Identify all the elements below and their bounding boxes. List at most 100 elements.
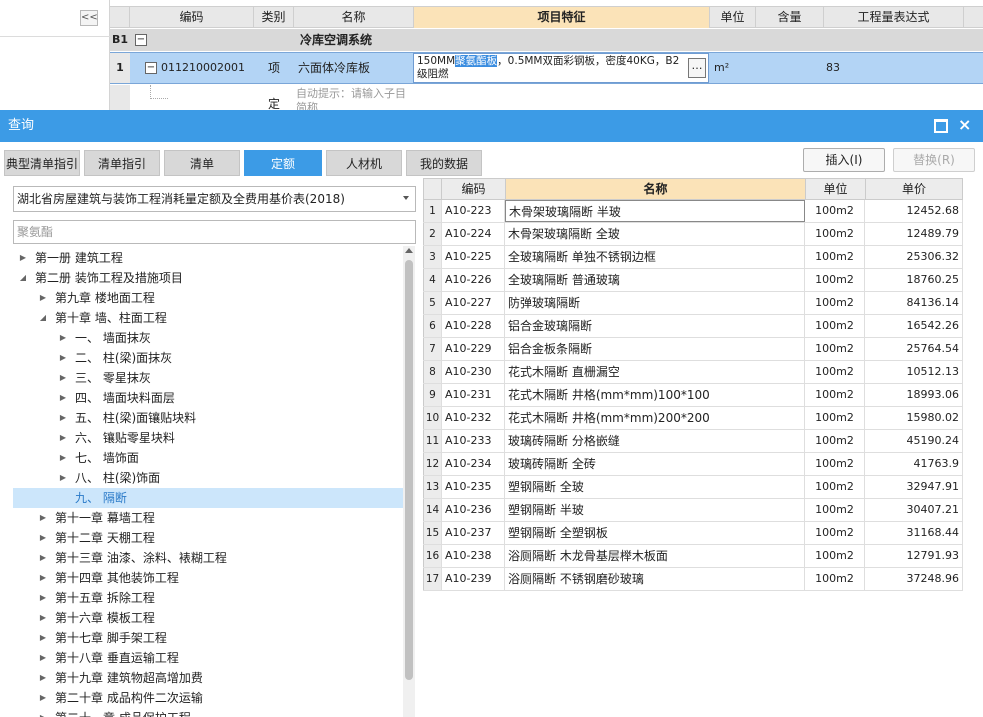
tree-item[interactable]: ▶ 第十三章 油漆、涂料、裱糊工程 (13, 548, 403, 568)
collapsed-caret-icon[interactable]: ▶ (37, 648, 49, 668)
grid-header-code[interactable]: 编码 (130, 7, 254, 28)
table-row[interactable]: 1 A10-223 木骨架玻璃隔断 半玻 100m2 12452.68 (423, 200, 963, 223)
collapsed-caret-icon[interactable]: ▶ (57, 388, 69, 408)
tab-labor-material[interactable]: 人材机 (326, 150, 402, 176)
tree-item[interactable]: ▶ 第十七章 脚手架工程 (13, 628, 403, 648)
table-row[interactable]: 2 A10-224 木骨架玻璃隔断 全玻 100m2 12489.79 (423, 223, 963, 246)
scroll-up-icon[interactable] (405, 248, 413, 253)
table-row[interactable]: 6 A10-228 铝合金玻璃隔断 100m2 16542.26 (423, 315, 963, 338)
results-header-code[interactable]: 编码 (442, 179, 506, 199)
tree-scrollbar[interactable] (403, 246, 415, 717)
collapsed-caret-icon[interactable]: ▶ (37, 528, 49, 548)
grid-header-feature[interactable]: 项目特征 (414, 7, 710, 28)
bill-item-row[interactable]: 1 − 011210002001 项 六面体冷库板 150MM聚氨酯板，0.5M… (110, 52, 983, 84)
tree-item[interactable]: ▶ 第一册 建筑工程 (13, 248, 403, 268)
tree-item[interactable]: ▶ 第十一章 幕墙工程 (13, 508, 403, 528)
collapsed-caret-icon[interactable]: ▶ (37, 668, 49, 688)
collapsed-caret-icon[interactable]: ▶ (37, 568, 49, 588)
tree-item[interactable]: ▶ 第九章 楼地面工程 (13, 288, 403, 308)
tree-item[interactable]: ▶ 第十二章 天棚工程 (13, 528, 403, 548)
collapsed-caret-icon[interactable]: ▶ (37, 628, 49, 648)
table-row[interactable]: 11 A10-233 玻璃砖隔断 分格嵌缝 100m2 45190.24 (423, 430, 963, 453)
table-row[interactable]: 16 A10-238 浴厕隔断 木龙骨基层榉木板面 100m2 12791.93 (423, 545, 963, 568)
collapsed-caret-icon[interactable]: ▶ (37, 288, 49, 308)
tree-item[interactable]: ▶ 第二十一章 成品保护工程 (13, 708, 403, 717)
collapsed-caret-icon[interactable]: ▶ (57, 348, 69, 368)
collapsed-caret-icon[interactable]: ▶ (37, 708, 49, 717)
feature-editor[interactable]: 150MM聚氨酯板，0.5MM双面彩钢板，密度40KG，B2级阻燃 (413, 53, 709, 83)
tree-item[interactable]: ▶ 第十五章 拆除工程 (13, 588, 403, 608)
results-header-price[interactable]: 单价 (866, 179, 962, 199)
search-input[interactable]: 聚氨酯 (13, 220, 416, 244)
tree-item[interactable]: ◢ 第二册 装饰工程及措施项目 (13, 268, 403, 288)
tree-item[interactable]: ▶ 一、 墙面抹灰 (13, 328, 403, 348)
tree-item[interactable]: ▶ 第十四章 其他装饰工程 (13, 568, 403, 588)
tree-item[interactable]: 九、 隔断 (13, 488, 403, 508)
tree-item[interactable]: ▶ 五、 柱(梁)面镶贴块料 (13, 408, 403, 428)
collapsed-caret-icon[interactable]: ▶ (37, 548, 49, 568)
table-row[interactable]: 9 A10-231 花式木隔断 井格(mm*mm)100*100 100m2 18993… (423, 384, 963, 407)
collapsed-caret-icon[interactable]: ▶ (57, 408, 69, 428)
maximize-icon[interactable] (934, 119, 948, 133)
tree-item[interactable]: ▶ 二、 柱(梁)面抹灰 (13, 348, 403, 368)
grid-header-name[interactable]: 名称 (294, 7, 414, 28)
feature-more-button[interactable]: … (688, 58, 706, 78)
collapsed-caret-icon[interactable]: ▶ (57, 428, 69, 448)
collapsed-caret-icon[interactable]: ▶ (37, 608, 49, 628)
tree-item[interactable]: ▶ 第十八章 垂直运输工程 (13, 648, 403, 668)
table-row[interactable]: 15 A10-237 塑钢隔断 全塑钢板 100m2 31168.44 (423, 522, 963, 545)
tab-list[interactable]: 清单 (164, 150, 240, 176)
collapsed-caret-icon[interactable]: ▶ (37, 688, 49, 708)
tree-item[interactable]: ▶ 第十九章 建筑物超高增加费 (13, 668, 403, 688)
tree-item[interactable]: ▶ 第二十章 成品构件二次运输 (13, 688, 403, 708)
collapsed-caret-icon[interactable]: ▶ (37, 508, 49, 528)
table-row[interactable]: 5 A10-227 防弹玻璃隔断 100m2 84136.14 (423, 292, 963, 315)
grid-header-unit[interactable]: 单位 (710, 7, 756, 28)
replace-button[interactable]: 替换(R) (893, 148, 975, 172)
table-row[interactable]: 3 A10-225 全玻璃隔断 单独不锈钢边框 100m2 25306.32 (423, 246, 963, 269)
close-icon[interactable]: × (958, 114, 971, 136)
table-row[interactable]: 12 A10-234 玻璃砖隔断 全砖 100m2 41763.9 (423, 453, 963, 476)
collapse-pane-button[interactable]: << (80, 10, 98, 26)
expanded-caret-icon[interactable]: ◢ (37, 308, 49, 328)
tree-item[interactable]: ◢ 第十章 墙、柱面工程 (13, 308, 403, 328)
table-row[interactable]: 8 A10-230 花式木隔断 直栅漏空 100m2 10512.13 (423, 361, 963, 384)
collapsed-caret-icon[interactable]: ▶ (57, 368, 69, 388)
expanded-caret-icon[interactable]: ◢ (17, 268, 29, 288)
dialog-titlebar[interactable]: 查询 × (0, 110, 983, 142)
scrollbar-thumb[interactable] (405, 260, 413, 680)
quota-input-row[interactable]: 定 自动提示：请输入子目简称 (110, 85, 983, 110)
tree-item[interactable]: ▶ 六、 镶贴零星块料 (13, 428, 403, 448)
autocomplete-hint[interactable]: 自动提示：请输入子目简称 (296, 87, 416, 110)
tree-item[interactable]: ▶ 三、 零星抹灰 (13, 368, 403, 388)
collapsed-caret-icon[interactable]: ▶ (57, 328, 69, 348)
grid-header-quantity-expr[interactable]: 工程量表达式 (824, 7, 964, 28)
section-row-b1[interactable]: B1 − 冷库空调系统 (110, 29, 983, 51)
table-row[interactable]: 7 A10-229 铝合金板条隔断 100m2 25764.54 (423, 338, 963, 361)
collapsed-caret-icon[interactable]: ▶ (37, 588, 49, 608)
tree-item[interactable]: ▶ 八、 柱(梁)饰面 (13, 468, 403, 488)
chevron-down-icon[interactable] (403, 196, 409, 200)
tree-item[interactable]: ▶ 四、 墙面块料面层 (13, 388, 403, 408)
table-row[interactable]: 4 A10-226 全玻璃隔断 普通玻璃 100m2 18760.25 (423, 269, 963, 292)
grid-header-type[interactable]: 类别 (254, 7, 294, 28)
results-header-unit[interactable]: 单位 (806, 179, 866, 199)
collapse-toggle-icon[interactable]: − (145, 62, 157, 74)
tab-my-data[interactable]: 我的数据 (406, 150, 482, 176)
tab-typical-guide[interactable]: 典型清单指引 (4, 150, 80, 176)
results-header-name[interactable]: 名称 (506, 179, 806, 199)
table-row[interactable]: 14 A10-236 塑钢隔断 半玻 100m2 30407.21 (423, 499, 963, 522)
table-row[interactable]: 17 A10-239 浴厕隔断 不锈钢磨砂玻璃 100m2 37248.96 (423, 568, 963, 591)
collapsed-caret-icon[interactable]: ▶ (17, 248, 29, 268)
collapse-toggle-icon[interactable]: − (135, 34, 147, 46)
insert-button[interactable]: 插入(I) (803, 148, 885, 172)
tree-item[interactable]: ▶ 七、 墙饰面 (13, 448, 403, 468)
grid-header-content[interactable]: 含量 (756, 7, 824, 28)
tab-list-guide[interactable]: 清单指引 (84, 150, 160, 176)
collapsed-caret-icon[interactable]: ▶ (57, 448, 69, 468)
tree-item[interactable]: ▶ 第十六章 模板工程 (13, 608, 403, 628)
item-quantity[interactable]: 83 (826, 53, 840, 83)
table-row[interactable]: 10 A10-232 花式木隔断 井格(mm*mm)200*200 100m2 1598… (423, 407, 963, 430)
tab-quota[interactable]: 定额 (244, 150, 322, 176)
library-select[interactable]: 湖北省房屋建筑与装饰工程消耗量定额及全费用基价表(2018) (13, 186, 416, 212)
